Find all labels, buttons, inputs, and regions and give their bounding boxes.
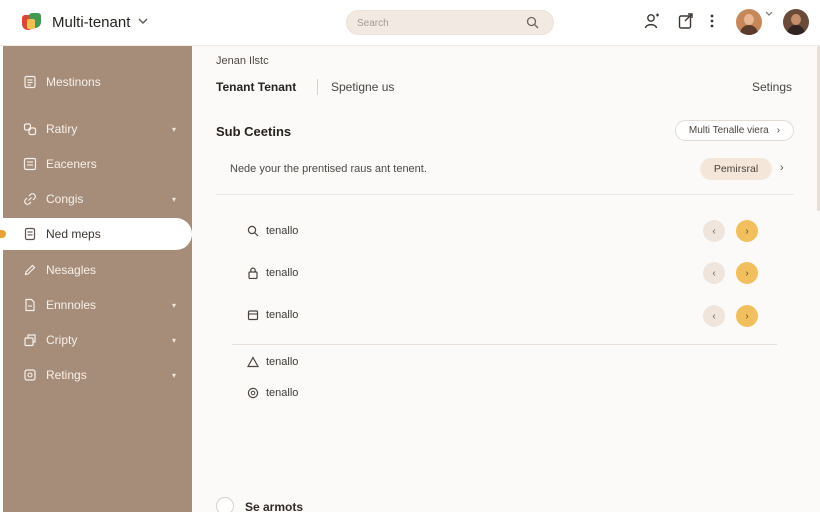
search-input[interactable]: [357, 15, 517, 31]
list-item[interactable]: tenallo: [247, 383, 298, 403]
prev-button[interactable]: ‹: [703, 262, 725, 284]
users-icon: [23, 122, 37, 136]
app-title: Multi-tenant: [52, 13, 131, 31]
more-vertical-icon[interactable]: [703, 12, 721, 30]
list-item[interactable]: tenallo: [247, 305, 298, 325]
permission-button[interactable]: Pemirsral: [700, 158, 772, 180]
list-item-label: tenallo: [266, 387, 299, 399]
pen-icon: [23, 263, 37, 277]
top-bar: Multi-tenant: [0, 0, 820, 46]
chevron-down-icon[interactable]: ▾: [172, 336, 176, 345]
sidebar-item-label: Ned meps: [46, 227, 101, 241]
sidebar-item-cripty[interactable]: Cripty ▾: [3, 324, 192, 356]
avatar[interactable]: [736, 9, 762, 35]
grid-icon: [23, 157, 37, 171]
chevron-right-icon[interactable]: ›: [780, 162, 784, 174]
divider: [232, 344, 777, 345]
list-item[interactable]: tenallo: [247, 263, 298, 283]
sidebar-item-nesagles[interactable]: Nesagles: [3, 254, 192, 286]
sidebar-item-ennnoles[interactable]: Ennnoles ▾: [3, 289, 192, 321]
chevron-down-icon[interactable]: ▾: [172, 301, 176, 310]
sidebar-item-eaceners[interactable]: Eaceners: [3, 148, 192, 180]
list-item-label: tenallo: [266, 225, 299, 237]
profile-avatar[interactable]: [783, 9, 809, 35]
next-button[interactable]: ›: [736, 262, 758, 284]
chevron-down-icon[interactable]: ▾: [172, 371, 176, 380]
tab-spetigne[interactable]: Spetigne us: [331, 80, 394, 94]
notice-text: Nede your the prentised raus ant tenent.: [230, 163, 427, 175]
sidebar-item-label: Congis: [46, 192, 84, 206]
next-button[interactable]: ›: [736, 305, 758, 327]
app-logo-icon: [22, 12, 42, 32]
search-icon: [247, 225, 259, 237]
alert-icon: [246, 356, 260, 368]
sidebar-item-label: Retings: [46, 368, 87, 382]
prev-button[interactable]: ‹: [703, 220, 725, 242]
sidebar-item-label: Ratiry: [46, 122, 78, 136]
breadcrumb[interactable]: Jenan Ilstc: [216, 55, 269, 67]
chevron-down-icon[interactable]: [765, 10, 773, 19]
list-icon: [23, 75, 37, 89]
sidebar: Mestinons Ratiry ▾ Eaceners Congis ▾ Ned…: [0, 46, 192, 512]
sidebar-item-congis[interactable]: Congis ▾: [3, 183, 192, 215]
user-plus-icon[interactable]: [643, 12, 661, 30]
share-icon[interactable]: [677, 12, 695, 30]
chevron-down-icon[interactable]: ▾: [172, 195, 176, 204]
main-content: Jenan Ilstc Tenant Tenant Spetigne us Se…: [192, 46, 820, 512]
tab-settings[interactable]: Setings: [752, 80, 792, 94]
section-title: Sub Ceetins: [216, 124, 292, 139]
card-icon: [247, 309, 259, 321]
sidebar-item-label: Mestinons: [46, 75, 101, 89]
bottom-section-title: Se armots: [245, 500, 304, 512]
file-icon: [23, 298, 37, 312]
globe-icon: [247, 387, 259, 399]
divider: [216, 194, 794, 195]
chevron-right-icon: ›: [776, 125, 781, 136]
search-icon[interactable]: [526, 16, 539, 29]
list-item-label: tenallo: [266, 309, 299, 321]
multi-tenant-view-button[interactable]: Multi Tenalle viera ›: [675, 120, 794, 141]
radio-button[interactable]: [216, 497, 234, 512]
tab-divider: [317, 79, 318, 95]
sidebar-item-label: Eaceners: [46, 157, 97, 171]
list-item-label: tenallo: [266, 267, 299, 279]
sidebar-item-mestinons[interactable]: Mestinons: [3, 66, 192, 98]
list-item[interactable]: tenallo: [246, 352, 299, 372]
document-icon: [23, 227, 37, 241]
list-item[interactable]: tenallo: [247, 221, 298, 241]
layers-icon: [23, 333, 37, 347]
chevron-down-icon[interactable]: ▾: [172, 125, 176, 134]
sidebar-item-retings[interactable]: Retings ▾: [3, 359, 192, 391]
sidebar-item-ratiry[interactable]: Ratiry ▾: [3, 113, 192, 145]
sidebar-item-ned-meps[interactable]: Ned meps: [0, 218, 192, 250]
list-item-label: tenallo: [266, 356, 299, 368]
tab-tenant[interactable]: Tenant Tenant: [216, 80, 296, 94]
lock-icon: [247, 267, 259, 280]
chevron-down-icon[interactable]: [138, 16, 148, 28]
sidebar-item-label: Ennnoles: [46, 298, 97, 312]
prev-button[interactable]: ‹: [703, 305, 725, 327]
sidebar-item-label: Cripty: [46, 333, 78, 347]
settings-icon: [23, 368, 37, 382]
link-icon: [23, 192, 37, 206]
sidebar-item-label: Nesagles: [46, 263, 97, 277]
search-box[interactable]: [346, 10, 554, 35]
next-button[interactable]: ›: [736, 220, 758, 242]
active-indicator: [0, 230, 6, 238]
view-button-label: Multi Tenalle viera: [688, 125, 769, 136]
app-switcher[interactable]: Multi-tenant: [22, 10, 148, 34]
